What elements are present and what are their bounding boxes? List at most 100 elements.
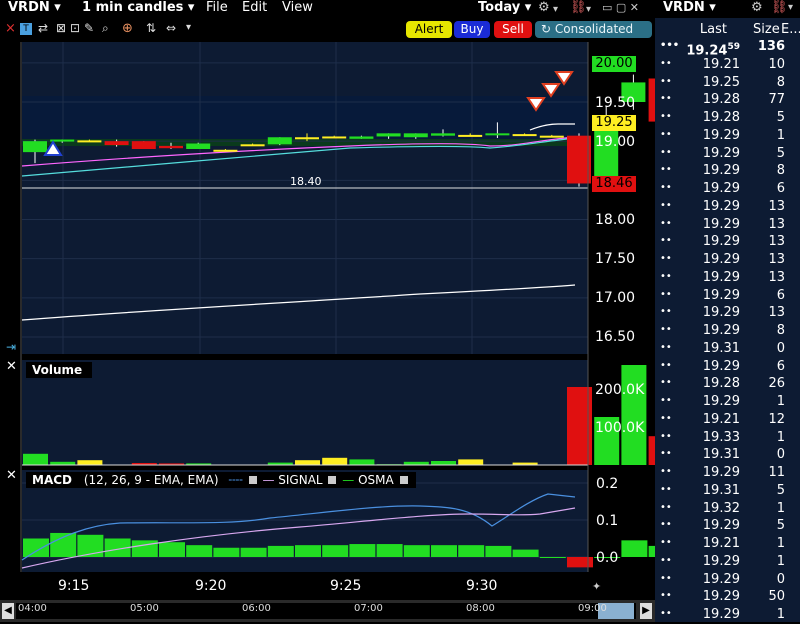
sell-arrow-icon[interactable] (541, 83, 561, 98)
checkbox-icon[interactable] (248, 476, 257, 484)
price-tick: 16.50 (595, 329, 636, 345)
trade-price: 19.29 (702, 553, 740, 569)
timeline-scrollbar[interactable]: ◀ ▶ (0, 600, 655, 622)
trade-price: 19.29 (702, 252, 740, 267)
trade-price: 19.21 (702, 411, 740, 427)
osma-swatch: — (342, 473, 355, 487)
trade-row: •• 19.29 6 (655, 287, 800, 305)
trade-size: 13 (768, 216, 785, 232)
ts-header: VRDN ▾ ⚙ ⛓ ▾ (655, 0, 800, 18)
volume-bar (458, 459, 484, 465)
trade-size: 0 (776, 340, 785, 356)
osma-bar (240, 547, 267, 557)
candle-body (50, 139, 75, 142)
candle-body (403, 133, 428, 138)
trade-row: •• 19.29 0 (655, 571, 800, 589)
trade-indicator-icon: •• (660, 466, 672, 477)
trade-price: 19.29 (702, 589, 740, 605)
timeline-tick: 08:00 (466, 603, 495, 614)
ts-symbol-selector[interactable]: VRDN ▾ (663, 0, 716, 16)
trade-price: 19.29 (702, 269, 740, 285)
osma-bar (431, 545, 457, 557)
trade-indicator-icon: •• (660, 253, 672, 264)
trade-indicator-icon: •• (660, 164, 672, 176)
trade-size: 0 (776, 447, 785, 463)
trade-row: •• 19.29 13 (655, 198, 800, 216)
scroll-left-icon[interactable]: ◀ (2, 603, 14, 619)
cursor-icon[interactable]: ⇥ (6, 340, 16, 354)
osma-bar (322, 545, 349, 557)
trade-indicator-icon: •• (660, 75, 672, 87)
osma-bar (539, 557, 566, 558)
trade-row: •• 19.33 1 (655, 429, 800, 447)
candle-body (240, 144, 265, 147)
trade-row: •• 19.29 1 (655, 127, 800, 145)
trade-row: •• 19.29 13 (655, 269, 800, 287)
trade-size: 8 (776, 163, 785, 179)
expand-icon[interactable]: ✦ (592, 580, 601, 593)
trade-row: •• 19.25 8 (655, 74, 800, 92)
link-chevron-icon[interactable]: ▾ (788, 0, 793, 16)
time-tick: 9:20 (195, 578, 227, 594)
close-macd-icon[interactable]: ✕ (6, 468, 17, 483)
trade-size: 11 (768, 465, 785, 480)
volume-bars (22, 365, 655, 466)
trade-indicator-icon: •• (660, 93, 672, 105)
col-last[interactable]: Last (697, 21, 727, 39)
trade-indicator-icon: •• (660, 395, 672, 406)
trade-price: 19.25 (702, 74, 740, 90)
osma-bar (267, 545, 294, 557)
trade-row: •• 19.29 8 (655, 322, 800, 340)
link-icon[interactable]: ⛓ (771, 0, 788, 16)
trade-indicator-icon: •• (660, 519, 672, 531)
timeline-track[interactable] (16, 603, 636, 619)
trade-price: 19.29 (702, 323, 740, 338)
trade-indicator-icon: •• (660, 572, 672, 584)
sell-arrow-icon[interactable] (554, 71, 574, 86)
gear-icon[interactable]: ⚙ (751, 0, 763, 16)
trade-indicator-icon: •• (660, 57, 672, 69)
col-size[interactable]: Size (753, 21, 780, 39)
volume-tick: 200.0K (595, 382, 645, 398)
checkbox-icon[interactable] (328, 476, 337, 484)
candle-body (131, 141, 156, 149)
trade-size: 5 (776, 482, 785, 498)
trade-row: •• 19.32 1 (655, 500, 800, 518)
candle-body (431, 133, 455, 136)
close-volume-icon[interactable]: ✕ (6, 359, 17, 374)
trade-price: 19.29 (702, 181, 740, 196)
trade-row: •• 19.29 13 (655, 216, 800, 234)
candle-body (213, 149, 238, 152)
trade-indicator-icon: •• (660, 182, 672, 193)
trade-size: 8 (776, 74, 785, 90)
candle-body (539, 135, 564, 138)
scroll-right-icon[interactable]: ▶ (640, 603, 652, 619)
checkbox-icon[interactable] (399, 476, 408, 484)
trade-indicator-icon: •• (660, 111, 672, 122)
candle-body (186, 143, 211, 149)
trade-price-fraction: 59 (727, 42, 740, 52)
candle-body (567, 135, 591, 184)
trade-size: 6 (776, 358, 785, 374)
low-line-label: 18.40 (290, 175, 322, 188)
trade-price: 19.28 (702, 376, 740, 392)
last-price-marker: 19.25 (592, 115, 636, 131)
trade-indicator-icon: •• (660, 324, 672, 335)
volume-tick: 100.0K (595, 420, 645, 436)
osma-bar (376, 544, 403, 557)
trade-indicator-icon: •• (660, 217, 672, 229)
trade-row: •• 19.31 0 (655, 340, 800, 358)
trade-price: 19.29 (702, 234, 740, 250)
trade-row: •• 19.29 1 (655, 553, 800, 571)
trade-price: 19.33 (702, 429, 740, 445)
trade-row: •• 19.21 1 (655, 535, 800, 553)
signal-line (21, 507, 576, 569)
trade-indicator-icon: •• (660, 537, 672, 548)
trade-price: 19.29 (702, 145, 740, 161)
trade-price: 19.29 (702, 216, 740, 232)
col-exchange[interactable]: E... (781, 21, 800, 39)
volume-title: Volume (26, 362, 92, 378)
trade-indicator-icon: •• (660, 359, 672, 371)
trade-price: 19.21 (702, 56, 740, 72)
trade-size: 13 (768, 234, 785, 250)
